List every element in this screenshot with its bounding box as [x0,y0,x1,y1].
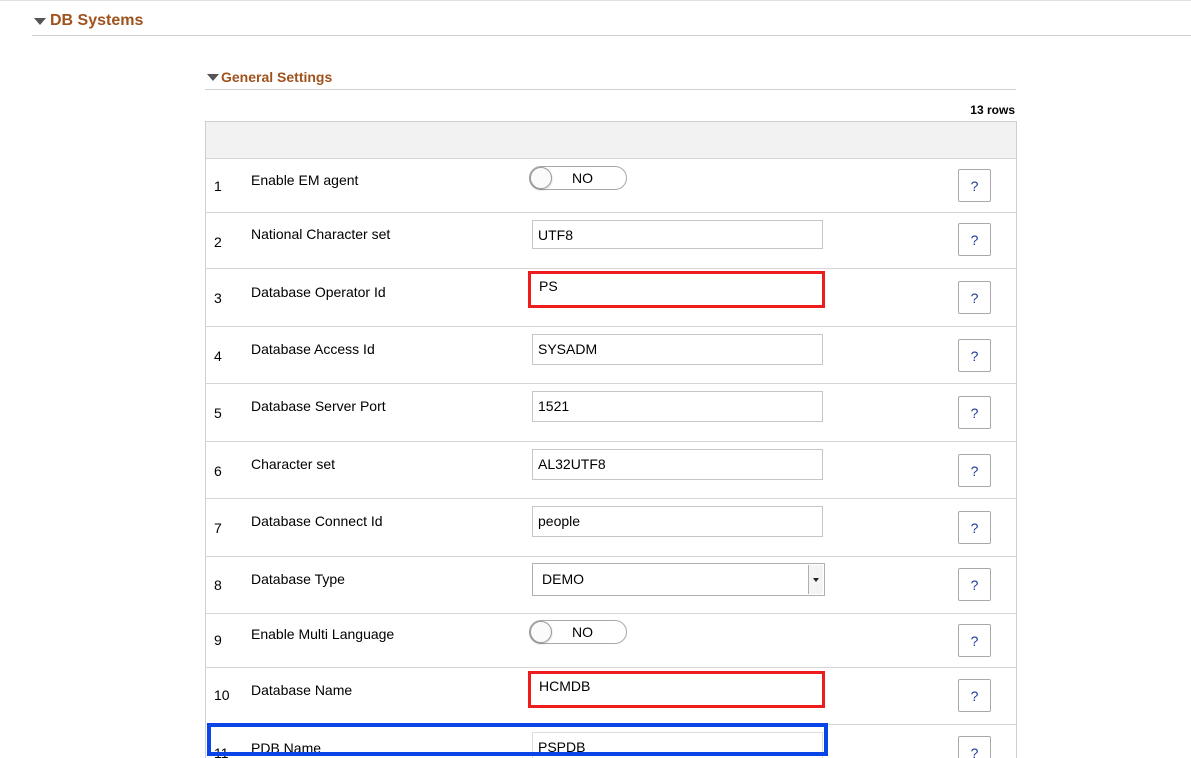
help-button[interactable]: ? [958,454,991,487]
help-button[interactable]: ? [958,511,991,544]
help-button[interactable]: ? [958,223,991,256]
row-number: 3 [214,290,222,306]
table-row: 7 Database Connect Id people ? [206,499,1016,557]
setting-label: National Character set [251,226,391,242]
help-button[interactable]: ? [958,169,991,202]
grid-header [206,122,1016,159]
row-number: 8 [214,577,222,593]
setting-label: Character set [251,456,336,472]
row-number: 5 [214,405,222,421]
row-number: 6 [214,463,222,479]
settings-grid: 1 Enable EM agent NO ? 2 National Charac… [205,121,1017,758]
row-number: 9 [214,632,222,648]
page: DB Systems General Settings 13 rows 1 En… [0,0,1191,758]
row-number: 4 [214,348,222,364]
enable-multi-language-toggle[interactable]: NO [529,620,627,644]
table-row: 9 Enable Multi Language NO ? [206,614,1016,668]
db-systems-section-header[interactable]: DB Systems [34,12,143,30]
setting-label: Enable EM agent [251,172,359,188]
table-row: 6 Character set AL32UTF8 ? [206,442,1016,499]
chevron-down-icon[interactable] [808,565,823,594]
pdb-name-input[interactable]: PSPDB [532,732,823,758]
toggle-value: NO [572,170,593,186]
table-row: 1 Enable EM agent NO ? [206,159,1016,213]
toggle-value: NO [572,624,593,640]
table-row: 8 Database Type DEMO ? [206,557,1016,614]
table-row: 3 Database Operator Id PS ? [206,269,1016,327]
toggle-knob [530,167,552,189]
database-server-port-input[interactable]: 1521 [532,391,823,422]
row-number: 10 [214,687,230,703]
row-number: 11 [214,745,229,758]
table-row: 5 Database Server Port 1521 ? [206,384,1016,442]
help-button[interactable]: ? [958,736,991,758]
subsection-title: General Settings [221,69,333,85]
database-access-id-input[interactable]: SYSADM [532,334,823,365]
rows-count: 13 rows [970,103,1015,117]
national-character-set-input[interactable]: UTF8 [532,220,823,249]
row-number: 1 [214,178,222,194]
subsection-divider [205,89,1016,90]
database-connect-id-input[interactable]: people [532,506,823,537]
collapse-triangle-icon[interactable] [207,74,219,81]
database-name-input[interactable]: HCMDB [528,671,825,708]
setting-label: Database Type [251,571,345,587]
character-set-input[interactable]: AL32UTF8 [532,449,823,480]
setting-label: Database Server Port [251,398,386,414]
help-button[interactable]: ? [958,679,991,712]
database-type-select[interactable]: DEMO [532,563,825,596]
setting-label: Database Operator Id [251,284,386,300]
row-number: 2 [214,234,222,250]
general-settings-header[interactable]: General Settings [207,69,332,85]
setting-label: PDB Name [251,740,322,756]
table-row: 2 National Character set UTF8 ? [206,213,1016,269]
database-operator-id-input[interactable]: PS [528,271,825,308]
setting-label: Database Connect Id [251,513,383,529]
collapse-triangle-icon[interactable] [34,18,46,25]
section-divider [32,35,1191,36]
select-value: DEMO [542,571,584,587]
setting-label: Enable Multi Language [251,626,395,642]
section-title: DB Systems [50,12,144,29]
help-button[interactable]: ? [958,339,991,372]
toggle-knob [530,621,552,643]
help-button[interactable]: ? [958,396,991,429]
table-row: 4 Database Access Id SYSADM ? [206,327,1016,384]
row-number: 7 [214,520,222,536]
table-row: 11 PDB Name PSPDB ? [206,725,1016,758]
enable-em-agent-toggle[interactable]: NO [529,166,627,190]
help-button[interactable]: ? [958,624,991,657]
setting-label: Database Name [251,682,353,698]
table-row: 10 Database Name HCMDB ? [206,668,1016,725]
top-divider [0,0,1191,1]
help-button[interactable]: ? [958,568,991,601]
help-button[interactable]: ? [958,281,991,314]
setting-label: Database Access Id [251,341,375,357]
